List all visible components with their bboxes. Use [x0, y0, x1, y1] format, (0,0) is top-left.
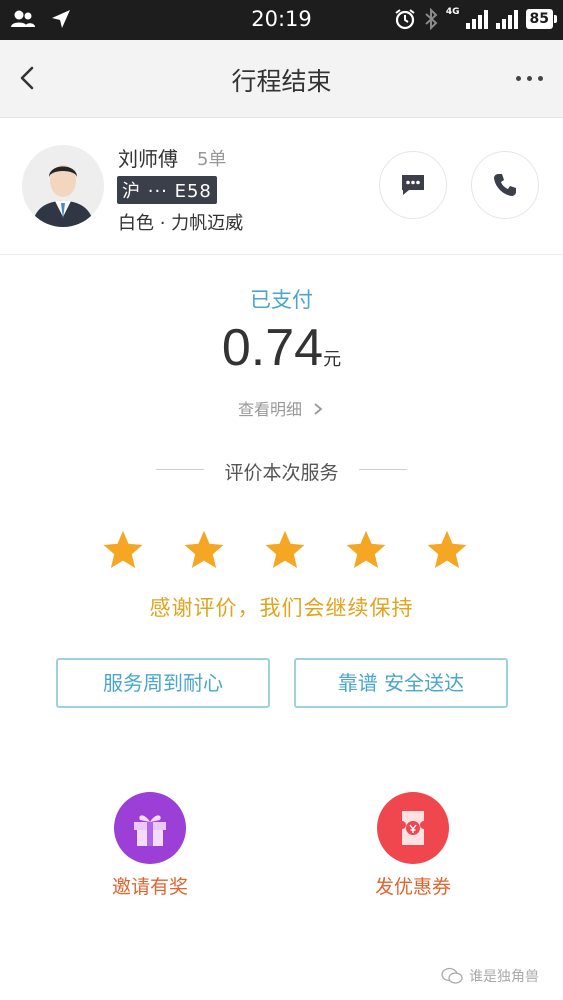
driver-avatar	[22, 145, 104, 227]
invite-reward-button[interactable]: 邀请有奖	[70, 792, 230, 899]
wifi-signal-icon	[495, 9, 518, 29]
bluetooth-icon	[425, 8, 438, 30]
call-button[interactable]	[471, 151, 539, 219]
driver-name: 刘师傅	[118, 147, 178, 171]
rating-tag-attentive[interactable]: 服务周到耐心	[56, 658, 270, 708]
more-dots-icon	[515, 75, 521, 81]
chat-bubble-icon	[402, 175, 424, 195]
status-bar: 20:19 4G 85	[0, 0, 563, 40]
star-rating	[100, 528, 470, 572]
message-button[interactable]	[379, 151, 447, 219]
amount-value: 0.74	[221, 319, 324, 377]
star-icon[interactable]	[424, 528, 470, 572]
more-button[interactable]	[509, 60, 549, 96]
star-icon[interactable]	[343, 528, 389, 572]
signal-icon	[465, 9, 488, 29]
amount-unit: 元	[323, 349, 342, 370]
license-plate: 沪 ··· E58	[117, 176, 217, 204]
status-right-icons: 4G 85	[394, 7, 558, 30]
view-detail-link[interactable]: 查看明细	[0, 396, 563, 420]
rating-tag-safe[interactable]: 靠谱 安全送达	[294, 658, 508, 708]
send-coupon-button[interactable]: 发优惠券	[333, 792, 493, 899]
chevron-right-icon	[314, 403, 323, 415]
watermark: 谁是独角兽	[441, 966, 539, 986]
gift-icon	[134, 815, 166, 846]
alarm-icon	[395, 9, 415, 30]
car-info: 白色 · 力帆迈威	[118, 213, 244, 234]
battery-icon: 85	[525, 9, 558, 29]
coupon-icon	[402, 811, 424, 845]
star-icon[interactable]	[181, 528, 227, 572]
invite-reward-label: 邀请有奖	[111, 876, 188, 898]
driver-avatar-icon	[22, 145, 104, 227]
page-title: 行程结束	[231, 67, 332, 96]
network-type: 4G	[445, 7, 460, 17]
watermark-text: 谁是独角兽	[469, 969, 539, 985]
driver-card: 刘师傅 5单 沪 ··· E58 白色 · 力帆迈威	[0, 119, 563, 255]
view-detail-label: 查看明细	[237, 400, 302, 419]
star-icon[interactable]	[262, 528, 308, 572]
gift-icon-wrap	[114, 792, 186, 864]
nav-bar: 行程结束	[0, 40, 563, 118]
driver-orders: 5单	[197, 149, 227, 170]
payment-amount: 0.74元	[0, 318, 563, 378]
send-coupon-label: 发优惠券	[374, 876, 451, 898]
rating-title: 评价本次服务	[224, 462, 339, 484]
star-icon[interactable]	[100, 528, 146, 572]
divider-right	[359, 469, 407, 470]
phone-icon	[494, 174, 516, 196]
payment-status: 已支付	[250, 288, 313, 312]
wechat-icon	[441, 967, 463, 984]
coupon-icon-wrap	[377, 792, 449, 864]
rating-thanks: 感谢评价，我们会继续保持	[149, 596, 414, 620]
